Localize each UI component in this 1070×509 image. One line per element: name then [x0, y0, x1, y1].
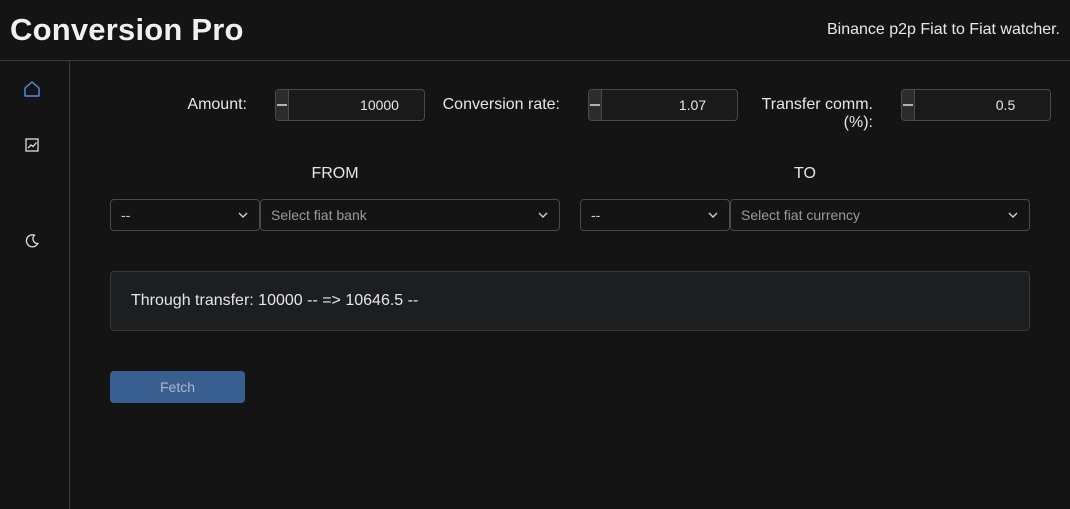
amount-input[interactable] [289, 90, 424, 120]
transfer-commission-label: Transfer comm. (%): [750, 96, 873, 132]
amount-stepper [275, 89, 425, 121]
transfer-commission-label-line1: Transfer comm. [761, 96, 873, 113]
minus-icon [590, 104, 600, 106]
conversion-rate-input[interactable] [602, 90, 737, 120]
app-title: Conversion Pro [10, 12, 244, 47]
app-header: Conversion Pro Binance p2p Fiat to Fiat … [0, 0, 1070, 61]
chevron-down-icon [1008, 212, 1018, 218]
from-bank-placeholder: Select fiat bank [271, 207, 367, 223]
from-currency-value: -- [121, 207, 131, 223]
transfer-commission-stepper [901, 89, 1051, 121]
amount-decrement-button[interactable] [276, 90, 289, 120]
chevron-down-icon [238, 212, 248, 218]
minus-icon [903, 104, 913, 106]
moon-icon [25, 234, 39, 248]
to-currency-value: -- [591, 207, 601, 223]
nav-chart-button[interactable] [17, 130, 47, 160]
conversion-rate-stepper [588, 89, 738, 121]
nav-home-button[interactable] [17, 74, 47, 104]
to-fiat-select[interactable]: Select fiat currency [730, 199, 1030, 231]
chevron-down-icon [708, 212, 718, 218]
conversion-rate-label: Conversion rate: [442, 96, 560, 113]
sidebar [0, 61, 70, 509]
to-heading: TO [794, 165, 816, 182]
from-heading: FROM [311, 165, 359, 182]
to-fiat-placeholder: Select fiat currency [741, 207, 861, 223]
result-text: Through transfer: 10000 -- => 10646.5 -- [131, 292, 419, 309]
nav-theme-button[interactable] [17, 226, 47, 256]
result-panel: Through transfer: 10000 -- => 10646.5 -- [110, 271, 1030, 331]
chart-icon [25, 138, 39, 152]
from-bank-select[interactable]: Select fiat bank [260, 199, 560, 231]
fetch-button[interactable]: Fetch [110, 371, 245, 403]
chevron-down-icon [538, 212, 548, 218]
from-currency-select[interactable]: -- [110, 199, 260, 231]
rate-decrement-button[interactable] [589, 90, 602, 120]
transfer-commission-label-line2: (%): [843, 114, 873, 131]
transfer-commission-input[interactable] [915, 90, 1050, 120]
main-content: Amount: Conversion rate: Transfer comm. … [70, 61, 1070, 509]
app-subtitle: Binance p2p Fiat to Fiat watcher. [826, 21, 1060, 38]
minus-icon [277, 104, 287, 106]
to-currency-select[interactable]: -- [580, 199, 730, 231]
home-icon [24, 81, 40, 97]
commission-decrement-button[interactable] [902, 90, 915, 120]
amount-label: Amount: [187, 96, 247, 113]
